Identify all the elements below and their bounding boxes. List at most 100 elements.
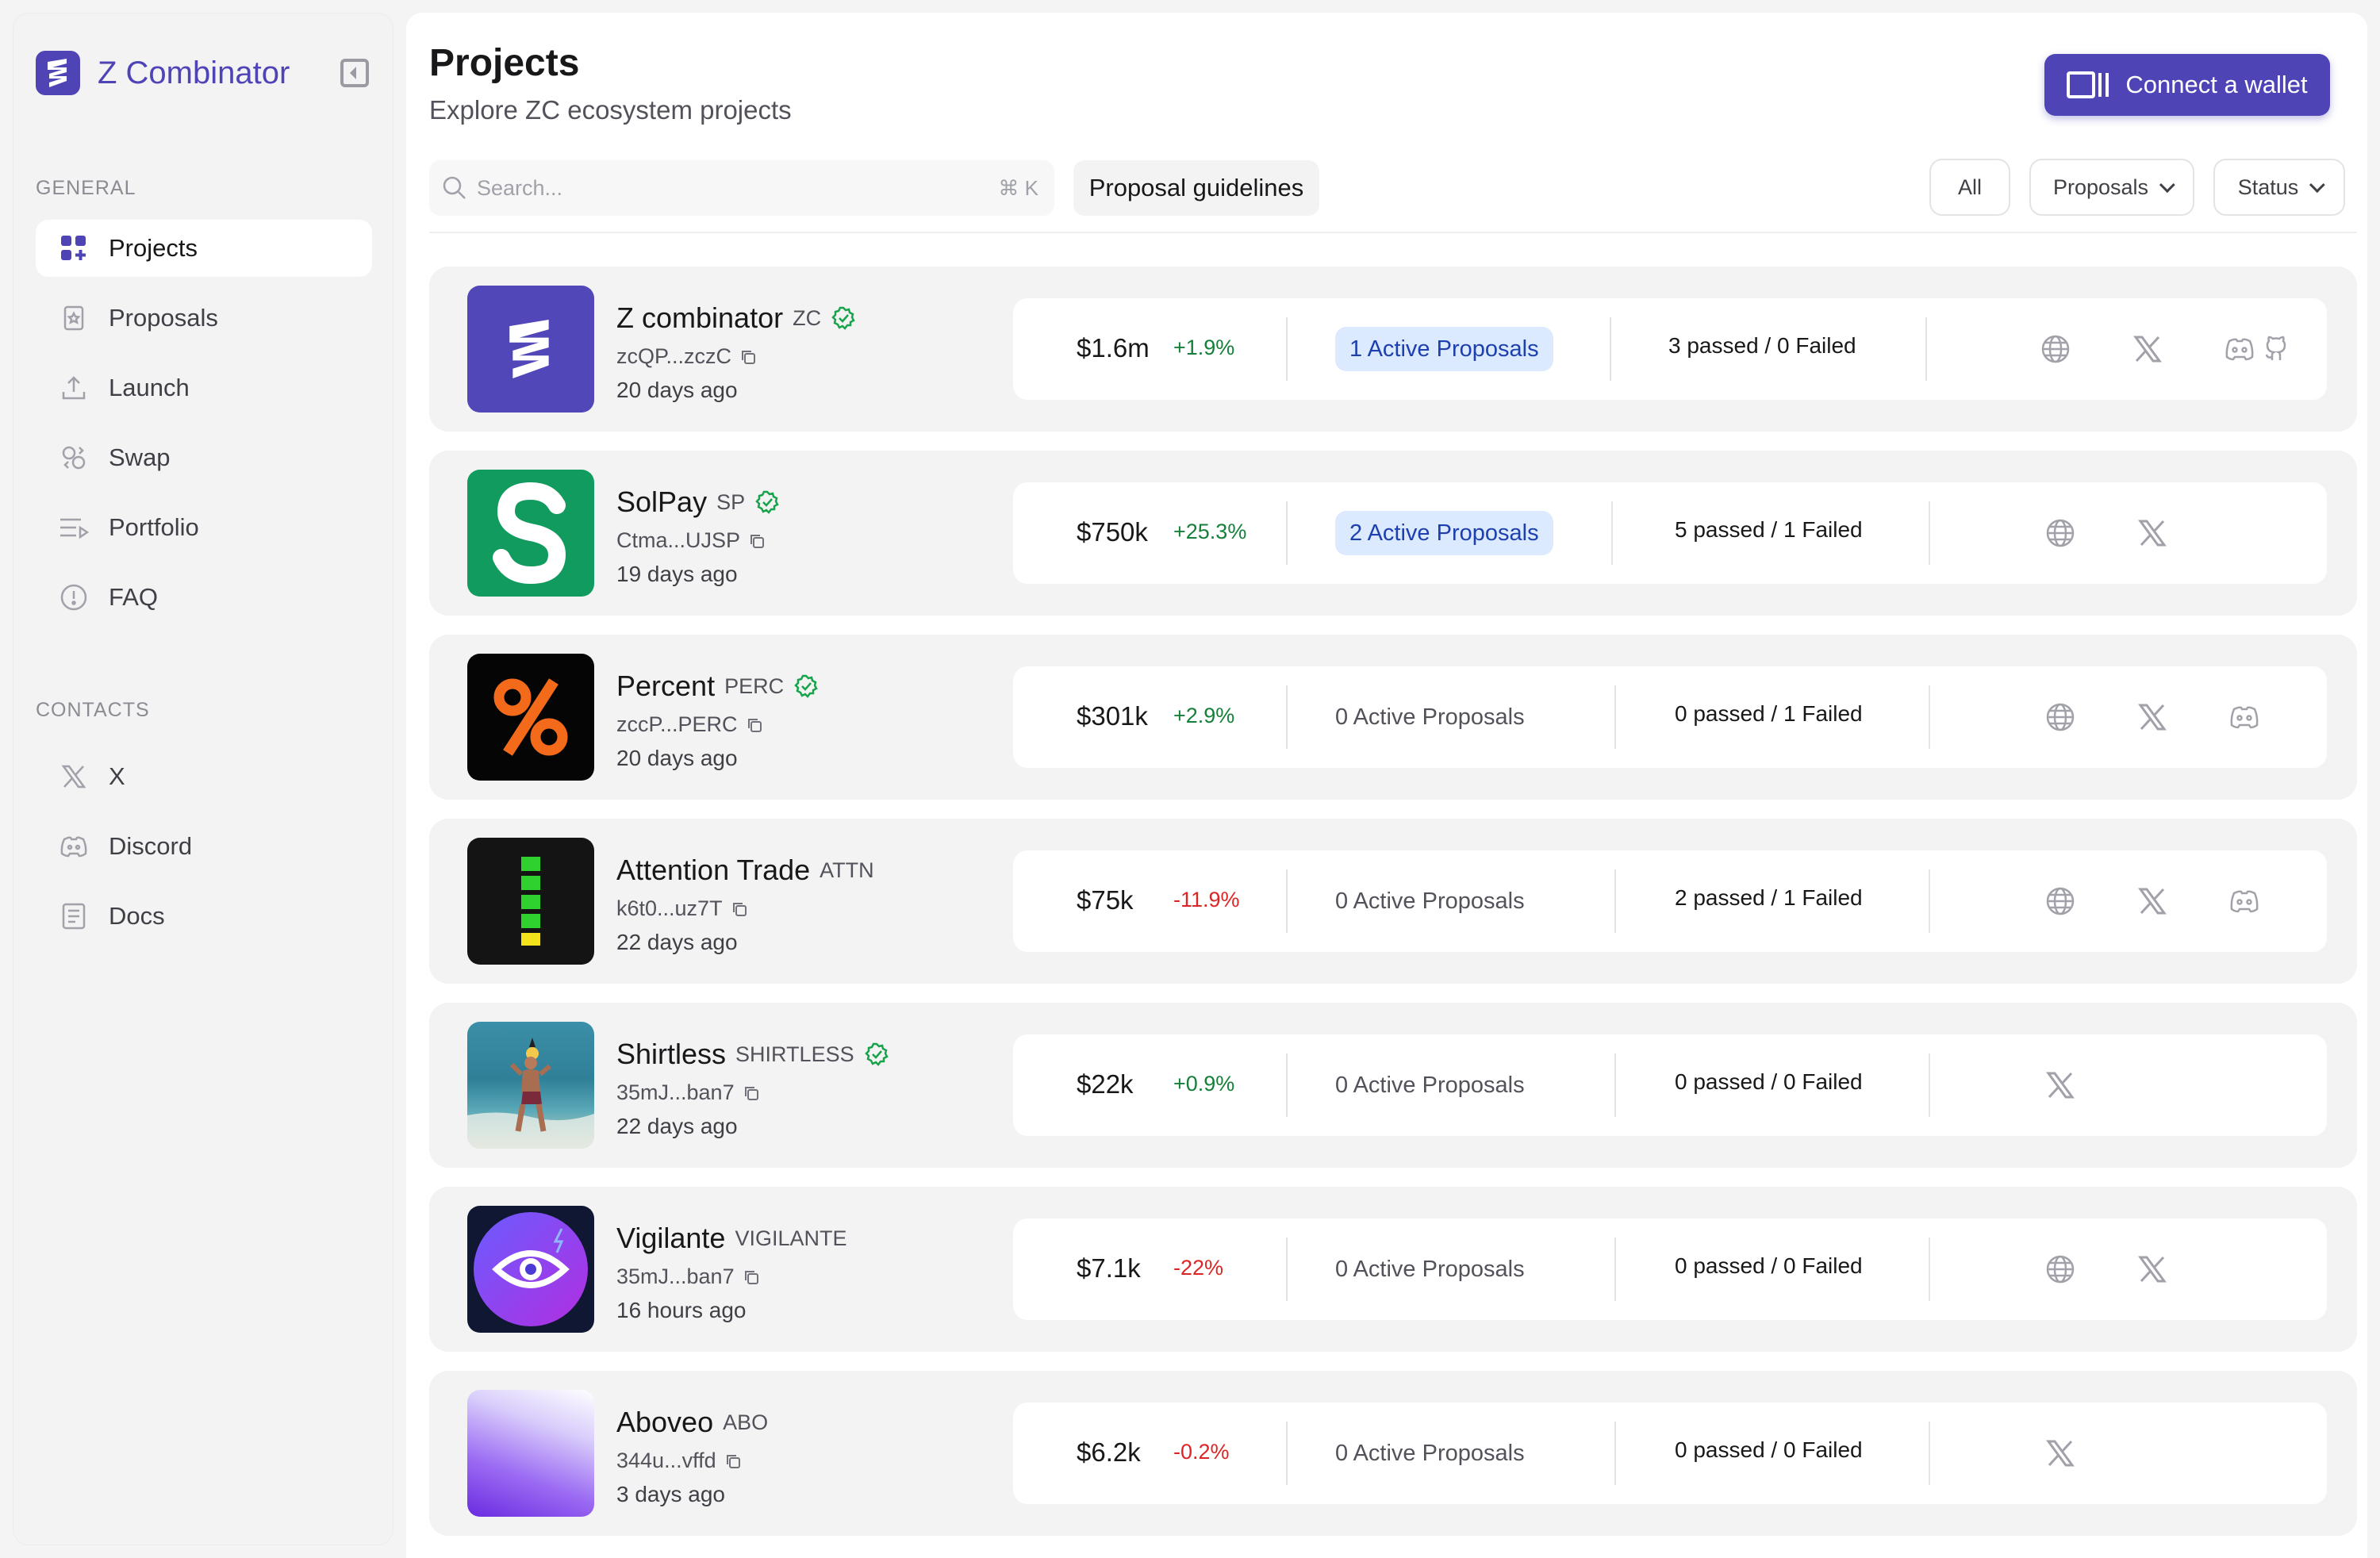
collapse-sidebar-icon[interactable]	[340, 59, 369, 87]
x-icon[interactable]	[2136, 885, 2168, 917]
project-logo[interactable]	[467, 654, 594, 781]
x-icon	[58, 761, 90, 792]
general-nav: Projects Proposals Launch Swap Portfolio	[36, 220, 372, 639]
project-logo[interactable]	[467, 1206, 594, 1333]
globe-icon[interactable]	[2040, 333, 2071, 365]
brand[interactable]: Z Combinator	[36, 45, 369, 101]
project-name[interactable]: Shirtless	[616, 1038, 726, 1071]
project-card[interactable]: Percent PERC zccP...PERC 20 days ago $30…	[429, 635, 2357, 800]
project-stats: $22k +0.9% 0 Active Proposals 0 passed /…	[1013, 1034, 2327, 1136]
project-logo[interactable]	[467, 838, 594, 965]
copy-icon[interactable]	[743, 1268, 760, 1286]
sidebar-item-discord[interactable]: Discord	[36, 818, 372, 875]
project-address: 35mJ...ban7	[616, 1264, 735, 1288]
x-icon[interactable]	[2044, 1069, 2076, 1101]
x-icon[interactable]	[2132, 333, 2163, 365]
divider	[1614, 1238, 1616, 1301]
project-ticker: ABO	[723, 1410, 769, 1434]
project-ticker: SHIRTLESS	[735, 1042, 854, 1066]
sidebar-item-x[interactable]: X	[36, 748, 372, 805]
project-address-row: 344u...vffd	[616, 1449, 742, 1473]
project-logo[interactable]	[467, 1390, 594, 1517]
search-bar[interactable]: ⌘ K	[429, 160, 1054, 216]
discord-icon[interactable]	[2228, 701, 2260, 733]
project-results: 2 passed / 1 Failed	[1675, 885, 1863, 910]
vigilante-logo-icon	[467, 1206, 594, 1333]
sidebar-item-launch[interactable]: Launch	[36, 359, 372, 416]
project-card[interactable]: Vigilante VIGILANTE 35mJ...ban7 16 hours…	[429, 1187, 2357, 1352]
divider	[1614, 1053, 1616, 1117]
copy-icon[interactable]	[748, 532, 766, 550]
project-card[interactable]: Shirtless SHIRTLESS 35mJ...ban7 22 days …	[429, 1003, 2357, 1168]
copy-icon[interactable]	[739, 348, 757, 366]
project-price-change: +25.3%	[1173, 520, 1247, 543]
filter-all-button[interactable]: All	[1929, 159, 2010, 216]
divider	[1929, 869, 1930, 933]
x-icon[interactable]	[2044, 1437, 2076, 1469]
project-proposals-badge[interactable]: 2 Active Proposals	[1335, 511, 1553, 555]
project-stats: $75k -11.9% 0 Active Proposals 2 passed …	[1013, 850, 2327, 952]
project-address: zcQP...zczC	[616, 344, 732, 368]
divider	[1925, 317, 1927, 381]
github-icon[interactable]	[2260, 333, 2292, 365]
project-card[interactable]: Attention Trade ATTN k6t0...uz7T 22 days…	[429, 819, 2357, 984]
filter-status-dropdown[interactable]: Status	[2213, 159, 2345, 216]
filter-proposals-dropdown[interactable]: Proposals	[2029, 159, 2194, 216]
divider	[1286, 501, 1288, 565]
section-label-general: GENERAL	[36, 177, 136, 199]
x-icon[interactable]	[2136, 1253, 2168, 1285]
copy-icon[interactable]	[743, 1084, 760, 1102]
swap-icon	[58, 442, 90, 474]
project-card[interactable]: Aboveo ABO 344u...vffd 3 days ago $6.2k …	[429, 1371, 2357, 1536]
project-logo[interactable]	[467, 1022, 594, 1149]
project-market-cap: $75k	[1077, 885, 1134, 915]
project-stats: $750k +25.3% 2 Active Proposals 5 passed…	[1013, 482, 2327, 584]
discord-icon[interactable]	[2228, 885, 2260, 917]
project-card[interactable]: Z combinator ZC zcQP...zczC 20 days ago …	[429, 267, 2357, 432]
sidebar: Z Combinator GENERAL Projects Proposals …	[13, 13, 393, 1545]
connect-wallet-label: Connect a wallet	[2125, 71, 2308, 98]
project-name[interactable]: Vigilante	[616, 1222, 725, 1255]
project-ticker: ATTN	[820, 858, 874, 882]
sidebar-item-docs[interactable]: Docs	[36, 888, 372, 945]
connect-wallet-button[interactable]: Connect a wallet	[2044, 54, 2330, 116]
proposal-guidelines-button[interactable]: Proposal guidelines	[1073, 160, 1319, 216]
globe-icon[interactable]	[2044, 517, 2076, 549]
sidebar-item-swap[interactable]: Swap	[36, 429, 372, 486]
upload-icon	[58, 372, 90, 404]
sidebar-item-proposals[interactable]: Proposals	[36, 290, 372, 347]
divider	[1614, 869, 1616, 933]
globe-icon[interactable]	[2044, 885, 2076, 917]
project-name[interactable]: SolPay	[616, 485, 707, 519]
copy-icon[interactable]	[731, 900, 748, 918]
wallet-icon	[2067, 71, 2109, 98]
project-logo[interactable]	[467, 286, 594, 413]
project-market-cap: $22k	[1077, 1069, 1134, 1099]
project-ticker: VIGILANTE	[735, 1226, 847, 1250]
x-icon[interactable]	[2136, 517, 2168, 549]
copy-icon[interactable]	[724, 1452, 742, 1470]
project-logo[interactable]	[467, 470, 594, 597]
globe-icon[interactable]	[2044, 701, 2076, 733]
discord-icon[interactable]	[2224, 333, 2255, 365]
project-age: 22 days ago	[616, 1114, 738, 1138]
search-input[interactable]	[477, 175, 985, 201]
grid-icon	[58, 232, 90, 264]
project-passed: 0 passed	[1675, 1437, 1765, 1462]
project-name[interactable]: Z combinator	[616, 301, 783, 335]
percent-logo-icon	[467, 654, 594, 781]
sidebar-item-label: Portfolio	[109, 513, 199, 541]
project-card[interactable]: SolPay SP Ctma...UJSP 19 days ago $750k …	[429, 451, 2357, 616]
globe-icon[interactable]	[2044, 1253, 2076, 1285]
project-name[interactable]: Aboveo	[616, 1406, 713, 1439]
project-name[interactable]: Percent	[616, 670, 715, 703]
sidebar-item-faq[interactable]: FAQ	[36, 569, 372, 626]
copy-icon[interactable]	[746, 716, 763, 734]
x-icon[interactable]	[2136, 701, 2168, 733]
sidebar-item-portfolio[interactable]: Portfolio	[36, 499, 372, 556]
project-name[interactable]: Attention Trade	[616, 854, 810, 887]
project-price-change: +0.9%	[1173, 1072, 1235, 1096]
project-ticker: ZC	[793, 305, 822, 330]
project-proposals-badge[interactable]: 1 Active Proposals	[1335, 327, 1553, 371]
sidebar-item-projects[interactable]: Projects	[36, 220, 372, 277]
